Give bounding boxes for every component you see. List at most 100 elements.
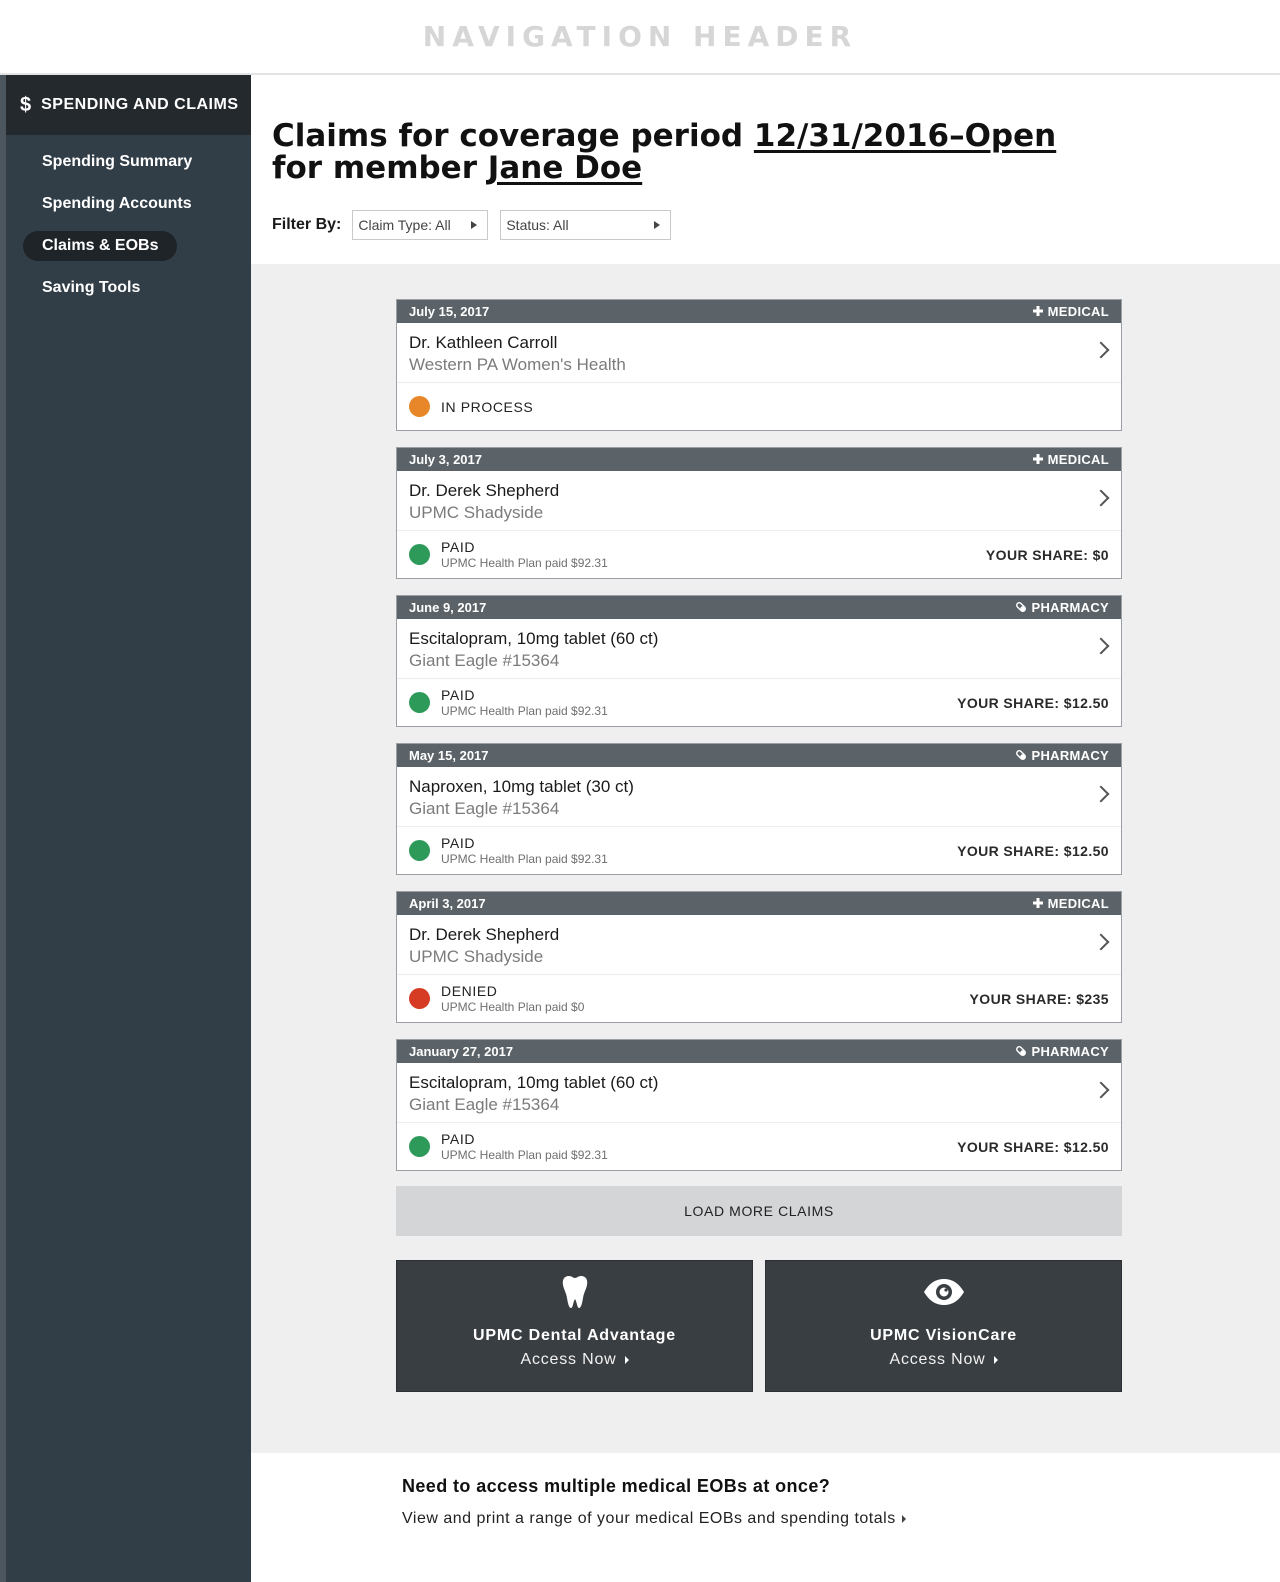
dental-promo-card[interactable]: UPMC Dental Advantage Access Now [396, 1260, 753, 1392]
status-filter[interactable]: Status: All [500, 210, 672, 240]
claim-card[interactable]: June 9, 2017 PHARMACY Escitalopram, 10mg t… [396, 595, 1122, 727]
status-dot [409, 396, 430, 417]
page-header: Claims for coverage period 12/31/2016–Op… [251, 75, 1280, 264]
status-dot [409, 840, 430, 861]
claim-type-filter[interactable]: Claim Type: All [352, 210, 489, 240]
claim-provider: Giant Eagle #15364 [409, 799, 560, 818]
eye-icon [922, 1275, 966, 1309]
claim-date: January 27, 2017 [409, 1044, 514, 1059]
plan-paid-note: UPMC Health Plan paid $92.31 [441, 1147, 608, 1162]
claim-provider: Giant Eagle #15364 [409, 1095, 560, 1114]
filter-label: Filter By: [272, 216, 342, 233]
caret-right-icon [901, 1515, 906, 1523]
sidebar: $ SPENDING AND CLAIMS Spending Summary S… [0, 75, 251, 1582]
claim-status-row: IN PROCESS [397, 383, 1121, 430]
claim-provider: Giant Eagle #15364 [409, 651, 560, 670]
claim-type-label: MEDICAL [1047, 452, 1109, 467]
pill-icon [1016, 1045, 1027, 1059]
claim-card[interactable]: July 3, 2017 MEDICAL Dr. Derek Shepherd UPM… [396, 447, 1122, 579]
claim-card[interactable]: January 27, 2017 PHARMACY Escitalopram, 10… [396, 1039, 1122, 1171]
bulk-eob-link[interactable]: View and print a range of your medical E… [402, 1510, 1280, 1528]
pill-icon [1016, 749, 1027, 763]
title-middle: for member [272, 150, 488, 186]
claim-date: July 15, 2017 [409, 304, 490, 319]
dollar-icon: $ [20, 93, 32, 116]
access-now-link[interactable]: Access Now [889, 1351, 998, 1369]
promo-row: UPMC Dental Advantage Access Now UPMC Vi… [396, 1260, 1122, 1392]
status-filter-label: Status: All [506, 217, 569, 233]
claim-type-label: MEDICAL [1047, 304, 1109, 319]
claim-details[interactable]: Naproxen, 10mg tablet (30 ct) Giant Eagle… [397, 767, 1121, 827]
status-badge: PAID [441, 1130, 476, 1147]
status-badge: DENIED [441, 982, 498, 999]
claim-details[interactable]: Escitalopram, 10mg tablet (60 ct) Giant E… [397, 1063, 1121, 1123]
claim-details[interactable]: Escitalopram, 10mg tablet (60 ct) Giant E… [397, 619, 1121, 679]
your-share: YOUR SHARE: $12.50 [957, 842, 1109, 859]
your-share: YOUR SHARE: $12.50 [957, 694, 1109, 711]
plus-icon [1032, 897, 1043, 911]
access-now-label: Access Now [889, 1351, 986, 1368]
claim-header: April 3, 2017 MEDICAL [397, 892, 1121, 915]
claim-date: June 9, 2017 [409, 600, 487, 615]
claim-date: July 3, 2017 [409, 452, 482, 467]
caret-right-icon [993, 1356, 998, 1364]
header-title: NAVIGATION HEADER [422, 20, 858, 53]
claim-details[interactable]: Dr. Derek Shepherd UPMC Shadyside [397, 915, 1121, 975]
status-dot [409, 692, 430, 713]
your-share: YOUR SHARE: $235 [969, 990, 1109, 1007]
page-title: Claims for coverage period 12/31/2016–Op… [272, 120, 1280, 184]
plus-icon [1032, 305, 1043, 319]
claim-card[interactable]: May 15, 2017 PHARMACY Naproxen, 10mg table… [396, 743, 1122, 875]
coverage-period-link[interactable]: 12/31/2016–Open [754, 118, 1056, 154]
claim-details[interactable]: Dr. Derek Shepherd UPMC Shadyside [397, 471, 1121, 531]
claim-type-label: PHARMACY [1031, 600, 1109, 615]
status-badge: PAID [441, 834, 476, 851]
promo-title: UPMC Dental Advantage [473, 1327, 676, 1344]
filter-row: Filter By: Claim Type: All Status: All [272, 210, 1280, 240]
your-share: YOUR SHARE: $12.50 [957, 1138, 1109, 1155]
claim-status-row: PAID UPMC Health Plan paid $92.31 YOUR SHA… [397, 679, 1121, 726]
access-now-label: Access Now [520, 1351, 617, 1368]
claim-header: June 9, 2017 PHARMACY [397, 596, 1121, 619]
status-dot [409, 988, 430, 1009]
caret-right-icon [624, 1356, 629, 1364]
claim-type: MEDICAL [1032, 304, 1109, 319]
sidebar-item-spending-summary[interactable]: Spending Summary [23, 147, 211, 177]
main-content: Claims for coverage period 12/31/2016–Op… [251, 75, 1280, 1582]
claim-status-row: PAID UPMC Health Plan paid $92.31 YOUR SHA… [397, 531, 1121, 578]
bulk-eob-link-label: View and print a range of your medical E… [402, 1510, 896, 1527]
claim-card[interactable]: April 3, 2017 MEDICAL Dr. Derek Shepherd UP… [396, 891, 1122, 1023]
claim-card[interactable]: July 15, 2017 MEDICAL Dr. Kathleen Carroll… [396, 299, 1122, 431]
status-badge: PAID [441, 686, 476, 703]
claim-type: MEDICAL [1032, 896, 1109, 911]
claim-type: MEDICAL [1032, 452, 1109, 467]
pill-icon [1016, 601, 1027, 615]
status-badge: IN PROCESS [441, 398, 534, 415]
claim-name: Dr. Kathleen Carroll [409, 333, 558, 352]
bulk-eob-section: Need to access multiple medical EOBs at … [251, 1453, 1280, 1582]
load-more-button[interactable]: LOAD MORE CLAIMS [396, 1186, 1122, 1236]
title-prefix: Claims for coverage period [272, 118, 754, 154]
vision-promo-card[interactable]: UPMC VisionCare Access Now [765, 1260, 1122, 1392]
claim-header: January 27, 2017 PHARMACY [397, 1040, 1121, 1063]
plus-icon [1032, 453, 1043, 467]
access-now-link[interactable]: Access Now [520, 1351, 629, 1369]
sidebar-item-saving-tools[interactable]: Saving Tools [23, 273, 159, 303]
claim-name: Naproxen, 10mg tablet (30 ct) [409, 777, 634, 796]
navigation-header: NAVIGATION HEADER [0, 0, 1280, 75]
plan-paid-note: UPMC Health Plan paid $0 [441, 999, 585, 1014]
claim-name: Escitalopram, 10mg tablet (60 ct) [409, 629, 659, 648]
plan-paid-note: UPMC Health Plan paid $92.31 [441, 703, 608, 718]
claim-provider: UPMC Shadyside [409, 503, 544, 522]
sidebar-item-claims-eobs[interactable]: Claims & EOBs [23, 231, 178, 261]
sidebar-section-header[interactable]: $ SPENDING AND CLAIMS [6, 75, 251, 135]
caret-right-icon [471, 221, 478, 229]
claim-name: Escitalopram, 10mg tablet (60 ct) [409, 1073, 659, 1092]
member-link[interactable]: Jane Doe [488, 150, 642, 186]
sidebar-section-title: SPENDING AND CLAIMS [41, 96, 239, 113]
claim-details[interactable]: Dr. Kathleen Carroll Western PA Women's H… [397, 323, 1121, 383]
claim-name: Dr. Derek Shepherd [409, 481, 560, 500]
claim-provider: UPMC Shadyside [409, 947, 544, 966]
sidebar-item-spending-accounts[interactable]: Spending Accounts [23, 189, 211, 219]
claim-type-label: PHARMACY [1031, 1044, 1109, 1059]
